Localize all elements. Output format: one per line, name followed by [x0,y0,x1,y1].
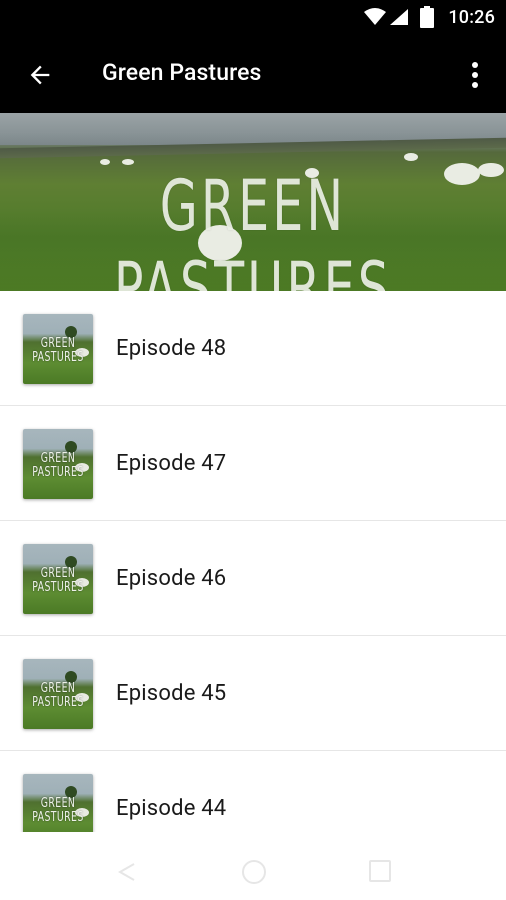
status-bar: 10:26 [0,0,506,36]
thumb-title-line2: PASTURES [32,695,84,710]
thumb-title-line1: GREEN [40,336,76,351]
thumb-title-line2: PASTURES [32,350,84,365]
episode-title: Episode 46 [116,566,227,591]
episode-item[interactable]: GREEN PASTURES Episode 45 [0,636,506,751]
thumb-title-line2: PASTURES [32,810,84,825]
thumb-title-line2: PASTURES [32,580,84,595]
episode-thumbnail: GREEN PASTURES [23,544,93,614]
thumb-title-line2: PASTURES [32,465,84,480]
thumb-title-line1: GREEN [40,796,76,811]
status-time: 10:26 [448,7,495,28]
nav-back-icon[interactable] [118,862,136,882]
sheep [478,163,504,177]
system-nav-bar [0,832,506,900]
page-title: Green Pastures [102,59,262,86]
more-vert-icon[interactable] [466,60,484,90]
nav-home-icon[interactable] [242,860,266,884]
cell-signal-icon [390,9,408,25]
episode-title: Episode 45 [116,681,227,706]
episode-list: GREEN PASTURES Episode 48 GREEN PASTURES… [0,291,506,866]
episode-thumbnail: GREEN PASTURES [23,314,93,384]
banner-title: GREEN PASTURES [113,165,393,291]
thumb-title-line1: GREEN [40,566,76,581]
episode-title: Episode 44 [116,796,227,821]
thumb-title-line1: GREEN [40,681,76,696]
arrow-back-icon[interactable] [26,61,54,89]
episode-thumbnail: GREEN PASTURES [23,659,93,729]
episode-item[interactable]: GREEN PASTURES Episode 47 [0,406,506,521]
wifi-icon [364,8,386,25]
podcast-banner: GREEN PASTURES [0,113,506,291]
battery-icon [420,6,434,28]
nav-recents-icon[interactable] [369,860,391,882]
episode-item[interactable]: GREEN PASTURES Episode 46 [0,521,506,636]
episode-title: Episode 48 [116,336,227,361]
episode-title: Episode 47 [116,451,227,476]
episode-item[interactable]: GREEN PASTURES Episode 48 [0,291,506,406]
thumb-title-line1: GREEN [40,451,76,466]
sheep [404,153,418,161]
app-toolbar: Green Pastures [0,36,506,113]
episode-thumbnail: GREEN PASTURES [23,429,93,499]
